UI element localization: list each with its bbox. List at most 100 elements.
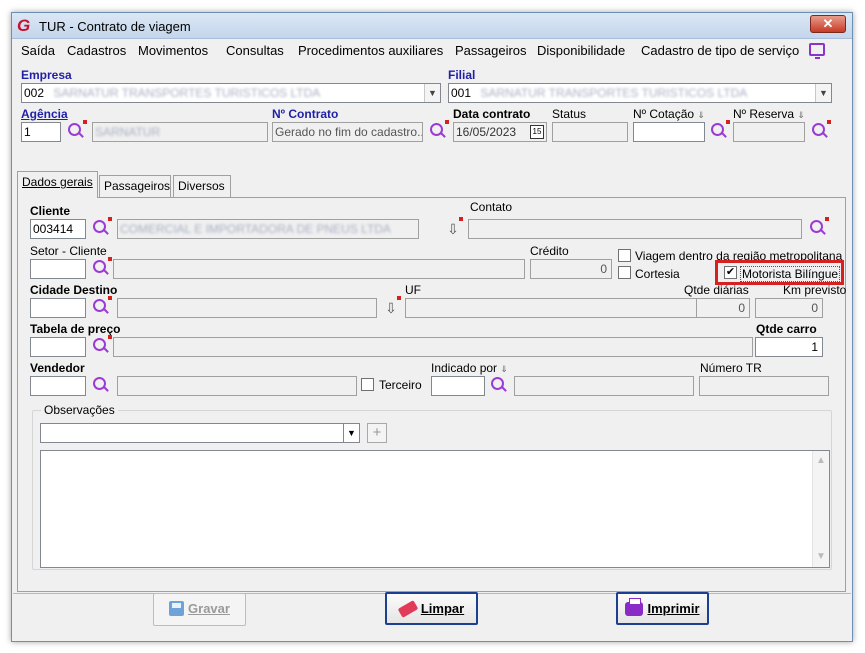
empresa-code: 002 <box>24 86 45 100</box>
menu-consultas[interactable]: Consultas <box>226 43 284 58</box>
cliente-code-input[interactable]: 003414 <box>30 219 86 239</box>
empresa-label: Empresa <box>21 68 72 82</box>
setor-label: Setor - Cliente <box>30 244 107 258</box>
motorista-highlight: ✔ Motorista Bilíngue <box>715 260 844 285</box>
menu-disponibilidade[interactable]: Disponibilidade <box>537 43 625 58</box>
menu-cadastro-tipo-servico[interactable]: Cadastro de tipo de serviço <box>641 43 799 58</box>
arrow-down-icon[interactable]: ⇩ <box>446 220 460 238</box>
cliente-name: COMERCIAL E IMPORTADORA DE PNEUS LTDA <box>120 222 391 236</box>
limpar-label: Limpar <box>420 601 465 616</box>
cidade-search-icon[interactable] <box>91 297 111 317</box>
menu-movimentos[interactable]: Movimentos <box>138 43 208 58</box>
tabela-preco-code-input[interactable] <box>30 337 86 357</box>
required-marker-icon <box>445 120 449 124</box>
filial-label: Filial <box>448 68 476 82</box>
eraser-icon <box>397 599 419 618</box>
add-observacao-button[interactable]: + <box>367 423 387 443</box>
save-icon <box>169 601 185 617</box>
chevron-down-icon[interactable]: ▼ <box>815 84 831 102</box>
menu-saida[interactable]: Saída <box>21 43 55 58</box>
arrow-down-icon: ⇓ <box>500 364 508 374</box>
qtde-diarias-field: 0 <box>696 298 750 318</box>
tabela-preco-label: Tabela de preço <box>30 322 121 336</box>
km-previsto-label: Km previsto <box>783 283 847 297</box>
cliente-label: Cliente <box>30 204 71 218</box>
data-contrato-field: 16/05/2023 15 <box>453 122 547 142</box>
filial-name: SARNATUR TRANSPORTES TURISTICOS LTDA <box>480 86 748 100</box>
cliente-search-icon[interactable] <box>91 218 111 238</box>
agencia-code-input[interactable]: 1 <box>21 122 61 142</box>
imprimir-button[interactable]: Imprimir <box>616 592 709 625</box>
required-marker-icon <box>108 217 112 221</box>
indicado-por-input[interactable] <box>431 376 485 396</box>
terceiro-checkbox[interactable] <box>361 378 374 391</box>
contrato-search-icon[interactable] <box>428 121 448 141</box>
required-marker-icon <box>459 217 463 221</box>
chevron-down-icon[interactable]: ▼ <box>343 424 359 442</box>
limpar-button[interactable]: Limpar <box>385 592 478 625</box>
tab-dados-gerais[interactable]: Dados gerais <box>17 171 98 198</box>
status-label: Status <box>552 107 587 121</box>
close-button[interactable]: ✕ <box>810 15 846 33</box>
viagem-metropolitana-checkbox[interactable] <box>618 249 631 262</box>
reserva-field <box>733 122 805 142</box>
cotacao-search-icon[interactable] <box>709 121 729 141</box>
menu-cadastros[interactable]: Cadastros <box>67 43 126 58</box>
indicado-por-search-icon[interactable] <box>489 375 509 395</box>
gravar-label: Gravar <box>188 601 230 616</box>
tab-diversos-label: Diversos <box>178 179 225 193</box>
cidade-label: Cidade Destino <box>30 283 118 297</box>
chevron-down-icon[interactable]: ▼ <box>424 84 440 102</box>
vendedor-code-input[interactable] <box>30 376 86 396</box>
window-title: TUR - Contrato de viagem <box>39 19 191 34</box>
observacoes-scrollbar[interactable]: ▲ ▼ <box>812 451 829 567</box>
observacoes-group: Observações ▼ + ▲ ▼ <box>32 403 832 570</box>
numero-tr-field <box>699 376 829 396</box>
motorista-bilingue-checkbox[interactable]: ✔ <box>724 266 737 279</box>
tabela-preco-search-icon[interactable] <box>91 336 111 356</box>
cortesia-checkbox[interactable] <box>618 266 631 279</box>
arrow-down-icon: ⇓ <box>797 110 805 120</box>
setor-code-input[interactable] <box>30 259 86 279</box>
cotacao-input[interactable] <box>633 122 705 142</box>
observacoes-textarea[interactable]: ▲ ▼ <box>40 450 830 568</box>
gravar-button[interactable]: Gravar <box>153 593 246 626</box>
filial-select[interactable]: 001 SARNATUR TRANSPORTES TURISTICOS LTDA… <box>448 83 832 103</box>
menu-procedimentos-auxiliares[interactable]: Procedimentos auxiliares <box>298 43 443 58</box>
vendedor-search-icon[interactable] <box>91 375 111 395</box>
agencia-search-icon[interactable] <box>66 121 86 141</box>
tab-diversos[interactable]: Diversos <box>173 175 231 197</box>
km-previsto-field: 0 <box>755 298 823 318</box>
vendedor-label: Vendedor <box>30 361 85 375</box>
observacoes-select[interactable]: ▼ <box>40 423 360 443</box>
contato-label: Contato <box>470 200 513 214</box>
reserva-search-icon[interactable] <box>810 121 830 141</box>
qtde-carro-input[interactable]: 1 <box>755 337 823 357</box>
required-marker-icon <box>108 335 112 339</box>
scroll-down-icon[interactable]: ▼ <box>813 549 829 565</box>
motorista-bilingue-label: Motorista Bilíngue <box>740 266 841 282</box>
cidade-code-input[interactable] <box>30 298 86 318</box>
vendedor-name-field <box>117 376 357 396</box>
tab-passageiros-label: Passageiros <box>104 179 171 193</box>
scroll-up-icon[interactable]: ▲ <box>813 453 829 469</box>
setor-search-icon[interactable] <box>91 258 111 278</box>
title-bar[interactable]: G TUR - Contrato de viagem ✕ <box>12 13 852 39</box>
imprimir-label: Imprimir <box>647 601 700 616</box>
calendar-icon[interactable]: 15 <box>530 125 544 139</box>
contato-search-icon[interactable] <box>808 218 828 238</box>
menu-passageiros[interactable]: Passageiros <box>455 43 527 58</box>
indicado-por-name-field <box>514 376 694 396</box>
required-marker-icon <box>83 120 87 124</box>
monitor-icon[interactable] <box>809 43 825 59</box>
menu-bar: Saída Cadastros Movimentos Consultas Pro… <box>12 40 852 62</box>
agencia-name: SARNATUR <box>95 125 161 139</box>
data-contrato-value: 16/05/2023 <box>456 125 517 139</box>
arrow-down-icon[interactable]: ⇩ <box>384 299 398 317</box>
empresa-select[interactable]: 002 SARNATUR TRANSPORTES TURISTICOS LTDA… <box>21 83 441 103</box>
credito-label: Crédito <box>530 244 569 258</box>
tab-passageiros[interactable]: Passageiros <box>99 175 171 197</box>
required-marker-icon <box>825 217 829 221</box>
required-marker-icon <box>397 296 401 300</box>
terceiro-label: Terceiro <box>379 378 422 392</box>
